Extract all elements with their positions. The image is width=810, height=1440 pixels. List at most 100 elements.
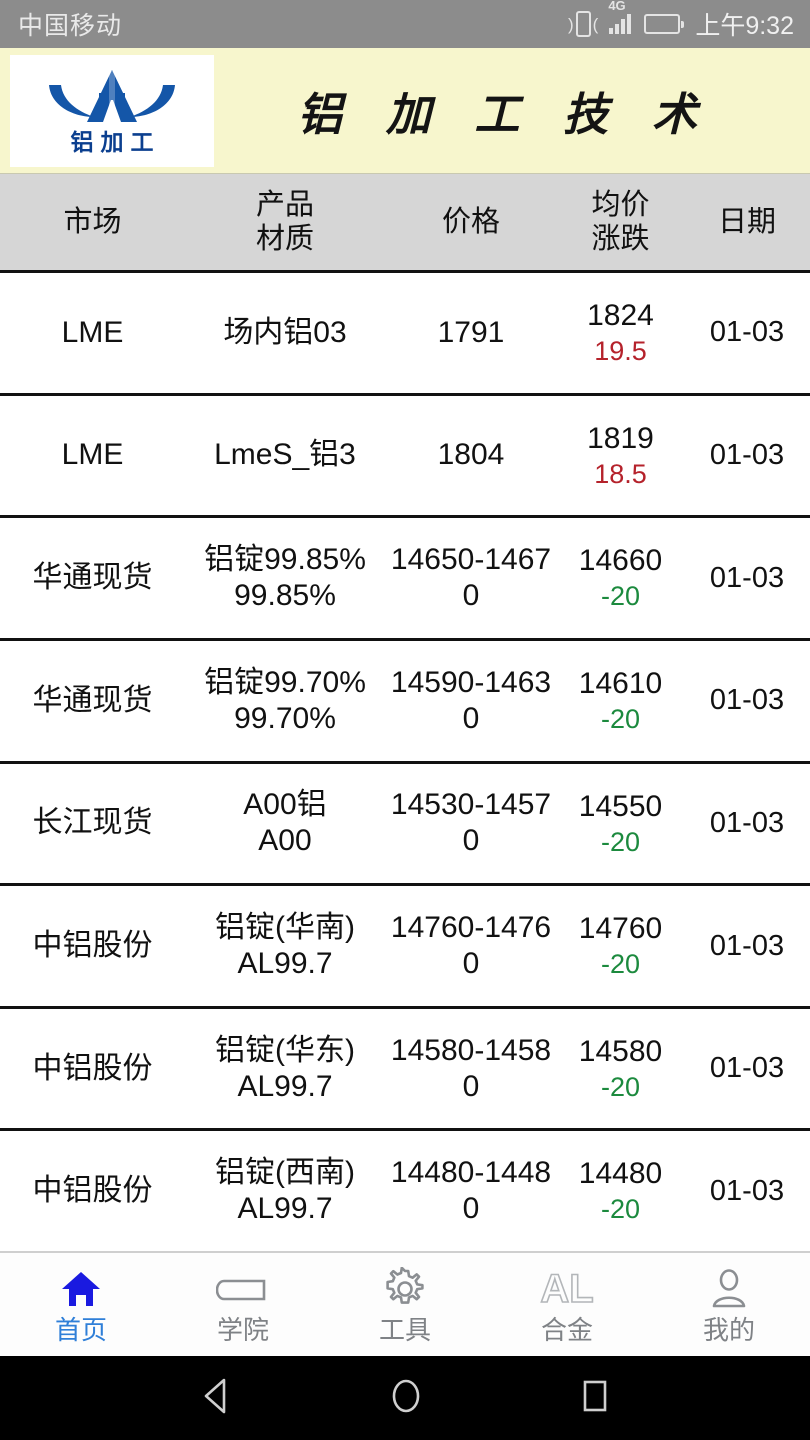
cell-product-name: 铝锭99.85% xyxy=(204,543,366,577)
cell-date: 01-03 xyxy=(709,1052,785,1085)
cell-product-name: 铝锭99.70% xyxy=(204,665,366,699)
cell-change-value: -20 xyxy=(600,826,641,857)
cell-market: 中铝股份 xyxy=(32,1051,153,1085)
vibrate-icon: ) ( xyxy=(568,11,598,37)
cell-price: 14650-14670 xyxy=(390,543,552,613)
cell-average: 1819 18.5 xyxy=(557,421,684,490)
cell-product: 铝锭(华南) AL99.7 xyxy=(185,910,385,982)
cell-product: LmeS_铝3 xyxy=(185,437,385,473)
back-icon[interactable] xyxy=(196,1375,236,1422)
status-icons: ) ( 4G 上午9:32 xyxy=(568,0,794,42)
home-icon xyxy=(60,1267,102,1311)
cell-market: 中铝股份 xyxy=(32,1174,153,1208)
cell-price: 1804 xyxy=(437,438,505,472)
cell-product: 铝锭(华东) AL99.7 xyxy=(185,1033,385,1105)
table-row[interactable]: LME 场内铝03 1791 1824 19.5 01-03 xyxy=(0,270,810,393)
cell-average-value: 1824 xyxy=(587,299,654,333)
cell-average-value: 14760 xyxy=(578,912,663,946)
network-type-label: 4G xyxy=(608,0,626,13)
table-row[interactable]: 中铝股份 铝锭(华东) AL99.7 14580-14580 14580 -20… xyxy=(0,1005,810,1129)
status-bar: 中国移动 ) ( 4G 上午9:32 xyxy=(0,0,810,48)
signal-bars xyxy=(609,14,632,34)
tab-home[interactable]: 首页 xyxy=(0,1253,162,1356)
logo-mark-icon xyxy=(49,70,175,123)
cell-market: 中铝股份 xyxy=(32,928,153,962)
cell-average: 14580 -20 xyxy=(557,1034,684,1103)
table-row[interactable]: 华通现货 铝锭99.85% 99.85% 14650-14670 14660 -… xyxy=(0,515,810,638)
cell-price: 14760-14760 xyxy=(390,910,552,980)
cell-price: 14590-14630 xyxy=(390,665,552,735)
header-average-line2: 涨跌 xyxy=(591,223,650,255)
cell-change-value: 19.5 xyxy=(594,336,647,367)
table-row[interactable]: LME LmeS_铝3 1804 1819 18.5 01-03 xyxy=(0,392,810,516)
tab-academy[interactable]: 学院 xyxy=(162,1253,324,1356)
signal-icon: 4G xyxy=(607,0,632,34)
cell-date: 01-03 xyxy=(709,316,785,349)
vibrate-wave-right: ( xyxy=(592,14,599,34)
tab-tools-label: 工具 xyxy=(378,1314,431,1345)
tab-academy-label: 学院 xyxy=(216,1314,269,1345)
cell-product-material: A00 xyxy=(258,824,312,858)
cell-product-name: 铝锭(西南) xyxy=(215,1156,355,1190)
tab-tools[interactable]: 工具 xyxy=(324,1253,486,1356)
cell-market: 长江现货 xyxy=(32,806,153,840)
home-icon[interactable] xyxy=(386,1374,426,1423)
cell-date: 01-03 xyxy=(709,684,785,717)
cell-change-value: -20 xyxy=(600,949,641,980)
cell-product-name: 铝锭(华南) xyxy=(215,910,355,944)
header-product-line1: 产品 xyxy=(255,188,314,221)
al-icon: AL xyxy=(540,1266,595,1311)
cell-price: 1791 xyxy=(437,315,505,349)
app-logo: 铝加工 xyxy=(10,54,214,167)
table-row[interactable]: 中铝股份 铝锭(西南) AL99.7 14480-14480 14480 -20… xyxy=(0,1128,810,1251)
tab-profile-label: 我的 xyxy=(702,1314,755,1345)
cell-product-name: LmeS_铝3 xyxy=(214,438,356,472)
banner-title: 铝 加 工 技 术 xyxy=(297,88,711,141)
tab-profile[interactable]: 我的 xyxy=(648,1253,810,1356)
cell-average-value: 14550 xyxy=(578,789,663,823)
app-banner: 铝加工 铝 加 工 技 术 xyxy=(0,48,810,174)
cell-average-value: 14480 xyxy=(578,1157,663,1191)
book-icon xyxy=(216,1267,270,1311)
cell-product-material: AL99.7 xyxy=(237,946,333,980)
phone-screen: 中国移动 ) ( 4G 上午9:32 铝加工 铝 加 工 技 术 市场 产品 材… xyxy=(0,0,810,1440)
tab-alloy-label: 合金 xyxy=(540,1314,593,1345)
table-row[interactable]: 长江现货 A00铝 A00 14530-14570 14550 -20 01-0… xyxy=(0,760,810,884)
cell-product-material: 99.85% xyxy=(234,579,336,613)
recents-icon[interactable] xyxy=(576,1374,614,1423)
header-price: 价格 xyxy=(441,205,500,238)
cell-market: LME xyxy=(61,438,124,472)
header-average: 均价 涨跌 xyxy=(557,188,684,256)
cell-product: 场内铝03 xyxy=(185,315,385,351)
cell-product-name: A00铝 xyxy=(243,788,327,822)
carrier-label: 中国移动 xyxy=(18,12,123,40)
cell-change-value: -20 xyxy=(600,1194,641,1225)
cell-average-value: 1819 xyxy=(587,421,654,455)
logo-text: 铝加工 xyxy=(70,129,161,155)
cell-average: 14550 -20 xyxy=(557,789,684,858)
cell-average-value: 14660 xyxy=(578,544,663,578)
cell-change-value: -20 xyxy=(600,581,641,612)
table-row[interactable]: 华通现货 铝锭99.70% 99.70% 14590-14630 14610 -… xyxy=(0,637,810,761)
cell-change-value: -20 xyxy=(600,703,641,734)
table-row[interactable]: 中铝股份 铝锭(华南) AL99.7 14760-14760 14760 -20… xyxy=(0,883,810,1006)
cell-date: 01-03 xyxy=(709,439,785,472)
cell-average: 14610 -20 xyxy=(557,666,684,735)
cell-product-name: 场内铝03 xyxy=(223,315,347,349)
cell-date: 01-03 xyxy=(709,806,785,839)
cell-change-value: 18.5 xyxy=(594,458,647,489)
vibrate-wave-left: ) xyxy=(567,14,574,34)
clock-label: 上午9:32 xyxy=(695,12,794,40)
cell-date: 01-03 xyxy=(709,929,785,962)
header-date: 日期 xyxy=(717,205,776,238)
tab-alloy[interactable]: AL 合金 xyxy=(486,1253,648,1356)
battery-shell xyxy=(644,14,685,34)
header-product-line2: 材质 xyxy=(255,223,314,255)
cell-product-name: 铝锭(华东) xyxy=(215,1033,355,1067)
cell-market: LME xyxy=(61,315,124,349)
cell-average: 1824 19.5 xyxy=(557,298,684,367)
cell-product: 铝锭(西南) AL99.7 xyxy=(185,1155,385,1227)
cell-product-material: 99.70% xyxy=(234,701,336,735)
al-glyph: AL xyxy=(540,1266,595,1311)
cell-average-value: 14580 xyxy=(578,1034,663,1068)
